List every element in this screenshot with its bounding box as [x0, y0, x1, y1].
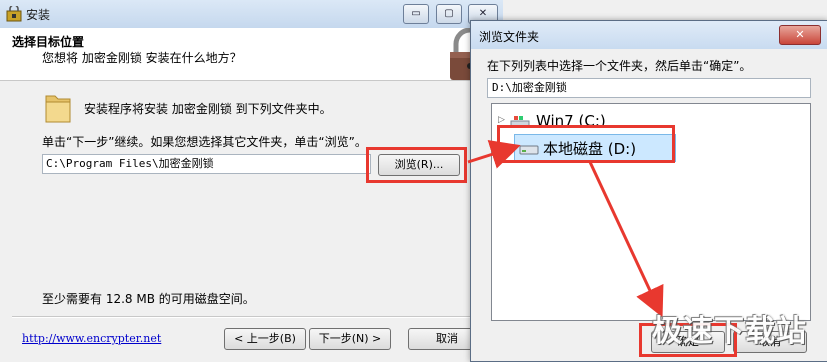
- watermark-text: 极速下载站: [652, 314, 807, 349]
- arrow-to-disk: [467, 140, 521, 169]
- arrow-to-ok: [588, 161, 664, 318]
